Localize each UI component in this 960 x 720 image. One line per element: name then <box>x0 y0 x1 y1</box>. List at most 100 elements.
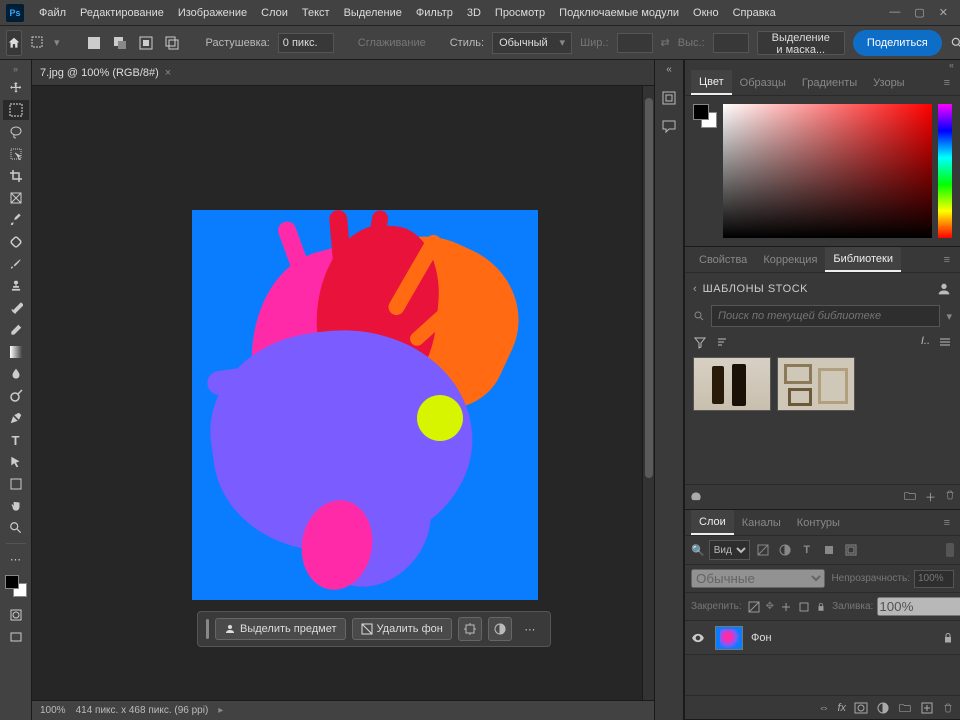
eraser-tool-icon[interactable] <box>3 320 29 340</box>
library-asset-thumb[interactable] <box>693 357 771 411</box>
select-and-mask-button[interactable]: Выделение и маска... <box>757 31 845 55</box>
dock-expand-icon[interactable]: « <box>666 64 672 75</box>
lock-artboard-icon[interactable] <box>780 599 792 615</box>
search-icon[interactable] <box>950 33 960 53</box>
quickmask-icon[interactable] <box>3 605 29 625</box>
ctx-adjust-icon[interactable] <box>488 617 512 641</box>
library-search-input[interactable] <box>711 305 940 327</box>
selection-intersect-icon[interactable] <box>162 33 182 53</box>
library-delete-icon[interactable] <box>944 489 956 505</box>
document-tab[interactable]: 7.jpg @ 100% (RGB/8#) × <box>40 67 171 79</box>
library-user-icon[interactable] <box>936 281 952 297</box>
menu-plugins[interactable]: Подключаемые модули <box>552 7 686 19</box>
layer-filter-search-icon[interactable]: 🔍 <box>691 544 705 557</box>
object-select-tool-icon[interactable] <box>3 144 29 164</box>
close-icon[interactable]: ✕ <box>939 6 948 19</box>
menu-image[interactable]: Изображение <box>171 7 254 19</box>
libraries-panel-menu-icon[interactable]: ≡ <box>940 254 954 266</box>
dodge-tool-icon[interactable] <box>3 386 29 406</box>
healing-tool-icon[interactable] <box>3 232 29 252</box>
layer-delete-icon[interactable] <box>942 702 954 714</box>
lasso-tool-icon[interactable] <box>3 122 29 142</box>
edit-toolbar-icon[interactable]: ⋯ <box>3 549 29 569</box>
blur-tool-icon[interactable] <box>3 364 29 384</box>
zoom-level[interactable]: 100% <box>40 705 66 716</box>
canvas-vscrollbar[interactable] <box>642 86 654 700</box>
menu-layers[interactable]: Слои <box>254 7 295 19</box>
tab-color[interactable]: Цвет <box>691 70 732 95</box>
lock-nested-icon[interactable] <box>798 599 810 615</box>
filter-pixel-icon[interactable] <box>754 541 772 559</box>
lock-position-icon[interactable]: ✥ <box>766 599 774 615</box>
menu-view[interactable]: Просмотр <box>488 7 552 19</box>
layer-name[interactable]: Фон <box>751 632 772 644</box>
library-back-icon[interactable]: ‹ <box>693 283 697 295</box>
menu-filter[interactable]: Фильтр <box>409 7 460 19</box>
library-add-icon[interactable]: ＋ <box>925 489 936 505</box>
feather-input[interactable] <box>278 33 334 53</box>
selection-subtract-icon[interactable] <box>136 33 156 53</box>
library-filter-icon[interactable] <box>693 335 707 349</box>
library-search-dropdown-icon[interactable]: ▾ <box>946 310 952 323</box>
canvas-viewport[interactable]: Выделить предмет Удалить фон ⋯ <box>32 86 642 700</box>
tab-gradients[interactable]: Градиенты <box>794 70 865 95</box>
tab-swatches[interactable]: Образцы <box>732 70 794 95</box>
style-select[interactable]: Обычный▾ <box>492 32 572 54</box>
ctx-more-icon[interactable]: ⋯ <box>518 617 542 641</box>
path-select-tool-icon[interactable] <box>3 452 29 472</box>
dock-comments-icon[interactable] <box>658 115 680 137</box>
ctx-grip-icon[interactable] <box>206 619 209 639</box>
menu-text[interactable]: Текст <box>295 7 337 19</box>
layer-filter-type-select[interactable]: Вид <box>709 540 750 560</box>
selection-new-icon[interactable] <box>84 33 104 53</box>
layer-lock-icon[interactable] <box>942 632 954 644</box>
share-button[interactable]: Поделиться <box>853 30 942 56</box>
layers-panel-menu-icon[interactable]: ≡ <box>940 517 954 529</box>
filter-type-icon[interactable]: T <box>798 541 816 559</box>
menu-window[interactable]: Окно <box>686 7 726 19</box>
move-tool-icon[interactable] <box>3 78 29 98</box>
tab-properties[interactable]: Свойства <box>691 247 755 272</box>
screenmode-icon[interactable] <box>3 627 29 647</box>
hand-tool-icon[interactable] <box>3 496 29 516</box>
menu-3d[interactable]: 3D <box>460 7 488 19</box>
marquee-tool-icon[interactable] <box>3 100 29 120</box>
select-subject-button[interactable]: Выделить предмет <box>215 618 346 640</box>
tool-preset-icon[interactable] <box>30 33 46 53</box>
tab-channels[interactable]: Каналы <box>734 510 789 535</box>
lock-pixels-icon[interactable] <box>748 599 760 615</box>
layer-mask-icon[interactable] <box>854 701 868 715</box>
brush-tool-icon[interactable] <box>3 254 29 274</box>
library-sync-icon[interactable] <box>689 489 703 505</box>
library-sort-icon[interactable] <box>715 335 729 349</box>
filter-adjust-icon[interactable] <box>776 541 794 559</box>
library-folder-icon[interactable] <box>903 489 917 505</box>
layer-fx-icon[interactable]: fx <box>837 702 846 714</box>
stamp-tool-icon[interactable] <box>3 276 29 296</box>
lock-all-icon[interactable] <box>816 599 826 615</box>
type-tool-icon[interactable]: T <box>3 430 29 450</box>
tab-adjustments[interactable]: Коррекция <box>755 247 825 272</box>
tab-paths[interactable]: Контуры <box>789 510 848 535</box>
frame-tool-icon[interactable] <box>3 188 29 208</box>
panels-collapse-icon[interactable]: « <box>685 60 960 70</box>
tab-layers[interactable]: Слои <box>691 510 734 535</box>
layer-row[interactable]: Фон <box>685 621 960 655</box>
tab-libraries[interactable]: Библиотеки <box>825 247 901 272</box>
ctx-transform-icon[interactable] <box>458 617 482 641</box>
pen-tool-icon[interactable] <box>3 408 29 428</box>
menu-help[interactable]: Справка <box>726 7 783 19</box>
shape-tool-icon[interactable] <box>3 474 29 494</box>
layer-group-icon[interactable] <box>898 701 912 715</box>
color-panel-menu-icon[interactable]: ≡ <box>940 77 954 89</box>
remove-background-button[interactable]: Удалить фон <box>352 618 452 640</box>
menu-edit[interactable]: Редактирование <box>73 7 171 19</box>
hue-slider[interactable] <box>938 104 952 238</box>
layer-filter-toggle[interactable] <box>946 543 954 557</box>
dock-libraries-icon[interactable] <box>658 87 680 109</box>
maximize-icon[interactable]: ▢ <box>914 6 924 19</box>
menu-select[interactable]: Выделение <box>337 7 409 19</box>
menu-file[interactable]: Файл <box>32 7 73 19</box>
layer-new-icon[interactable] <box>920 701 934 715</box>
foreground-background-colors[interactable] <box>5 575 27 597</box>
